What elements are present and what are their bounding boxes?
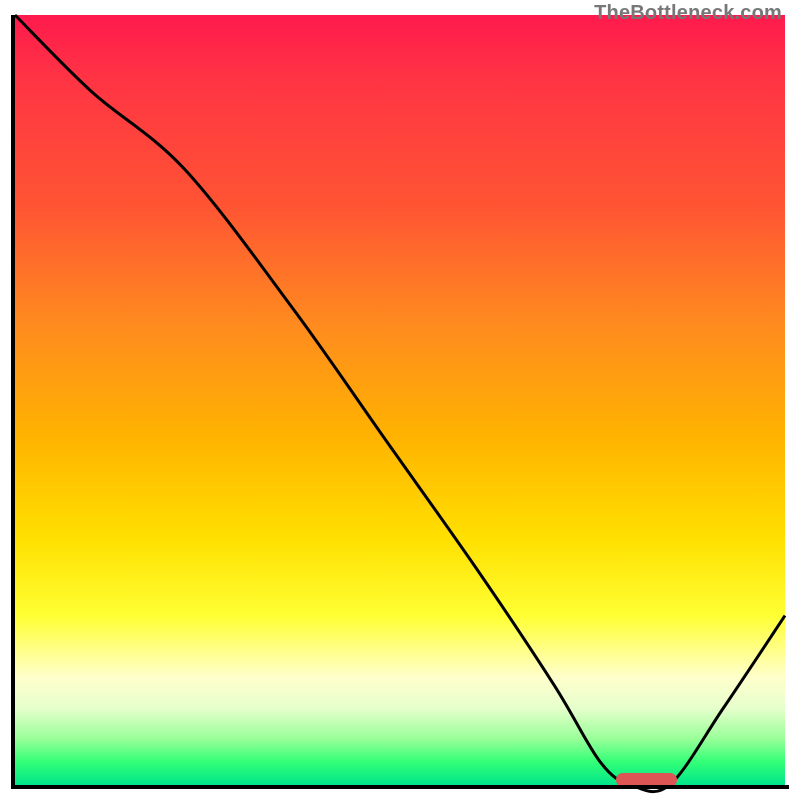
y-axis <box>11 15 15 789</box>
watermark-text: TheBottleneck.com <box>594 2 782 25</box>
bottleneck-curve-path <box>15 15 785 792</box>
curve-layer <box>15 15 785 785</box>
x-axis <box>11 785 789 789</box>
bottleneck-chart: TheBottleneck.com <box>0 0 800 800</box>
